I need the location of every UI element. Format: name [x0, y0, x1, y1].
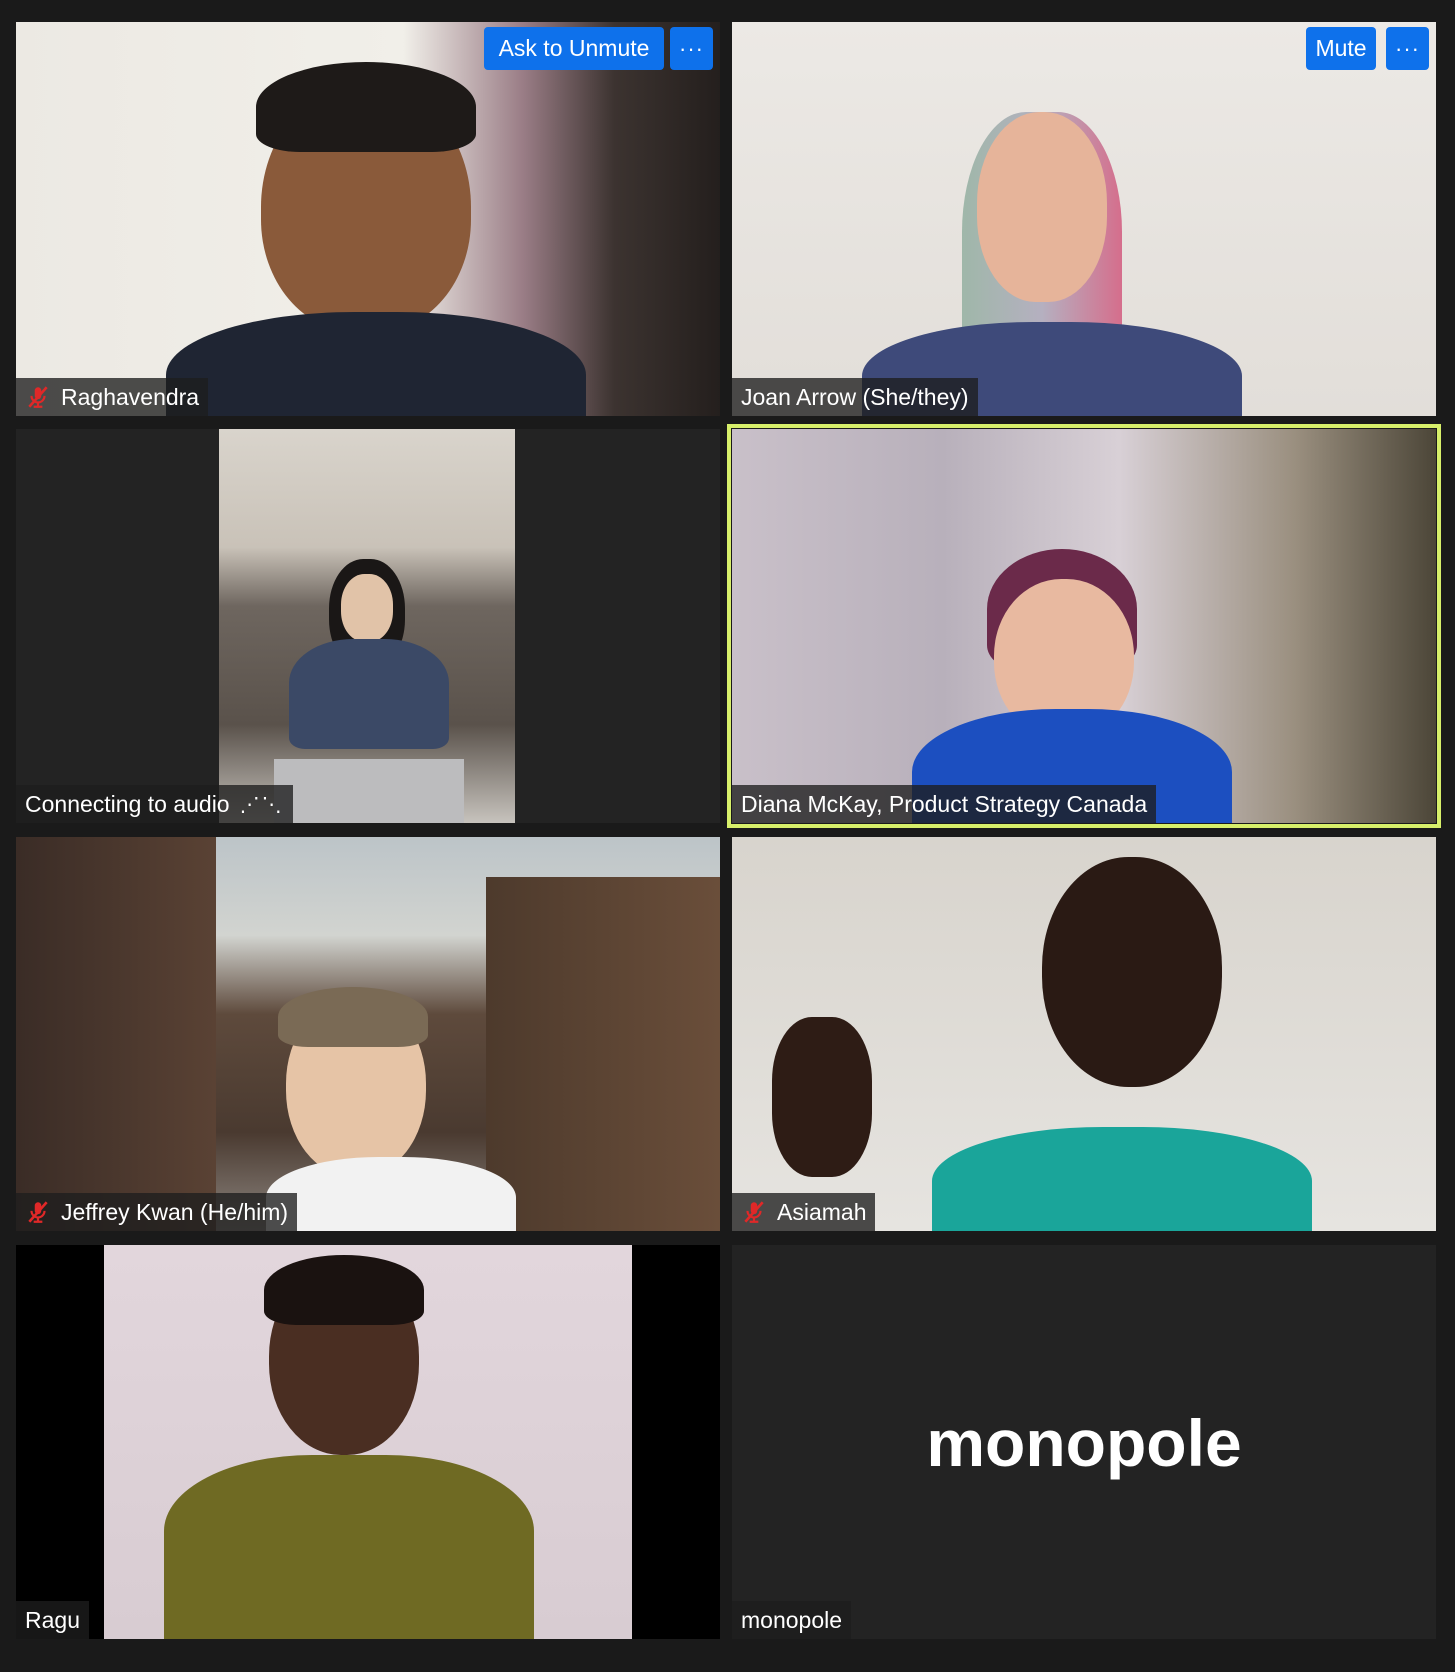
participant-name: monopole: [741, 1606, 843, 1633]
video-tile-raghavendra[interactable]: Ask to Unmute ··· Raghavendra: [16, 22, 720, 416]
video-tile-asiamah[interactable]: Asiamah: [732, 837, 1436, 1231]
microphone-muted-icon: [28, 1201, 48, 1223]
video-tile-jeffrey-kwan[interactable]: Jeffrey Kwan (He/him): [16, 837, 720, 1231]
connecting-indicator-icon: ⋰⋱: [239, 793, 284, 816]
name-tag: Diana McKay, Product Strategy Canada: [732, 785, 1157, 823]
video-feed-ragu: [104, 1245, 632, 1639]
video-feed-raghavendra: [16, 22, 720, 416]
video-tile-diana-mckay[interactable]: Diana McKay, Product Strategy Canada: [727, 424, 1441, 828]
microphone-muted-icon: [744, 1201, 764, 1223]
more-options-button[interactable]: ···: [670, 27, 713, 70]
name-tag: Raghavendra: [16, 378, 209, 416]
video-feed-connecting: [219, 429, 515, 823]
microphone-muted-icon: [28, 386, 48, 408]
participant-name: Asiamah: [777, 1198, 867, 1225]
video-feed-asiamah: [732, 837, 1436, 1231]
participant-display-name: monopole: [926, 1406, 1242, 1480]
participant-name: Jeffrey Kwan (He/him): [61, 1198, 289, 1225]
video-feed-jeffrey-kwan: [16, 837, 720, 1231]
ask-to-unmute-button[interactable]: Ask to Unmute: [484, 27, 664, 70]
participant-name: Diana McKay, Product Strategy Canada: [741, 790, 1148, 817]
video-tile-ragu[interactable]: Ragu: [16, 1245, 720, 1639]
name-tag: Joan Arrow (She/they): [732, 378, 978, 416]
participant-name: Connecting to audio: [25, 790, 230, 817]
name-tag: Ragu: [16, 1601, 89, 1639]
mute-button[interactable]: Mute: [1306, 27, 1376, 70]
name-tag: Connecting to audio ⋰⋱: [16, 785, 293, 823]
name-tag: Jeffrey Kwan (He/him): [16, 1193, 298, 1231]
name-tag: monopole: [732, 1601, 852, 1639]
participant-name: Joan Arrow (She/they): [741, 383, 969, 410]
name-tag: Asiamah: [732, 1193, 876, 1231]
video-feed-joan-arrow: [732, 22, 1436, 416]
video-tile-monopole[interactable]: monopole monopole: [732, 1245, 1436, 1639]
video-tile-connecting[interactable]: Connecting to audio ⋰⋱: [16, 429, 720, 823]
participant-name: Raghavendra: [61, 383, 200, 410]
video-feed-diana-mckay: [732, 429, 1436, 823]
more-options-button[interactable]: ···: [1386, 27, 1429, 70]
video-tile-joan-arrow[interactable]: Mute ··· Joan Arrow (She/they): [732, 22, 1436, 416]
participant-name: Ragu: [25, 1606, 80, 1633]
